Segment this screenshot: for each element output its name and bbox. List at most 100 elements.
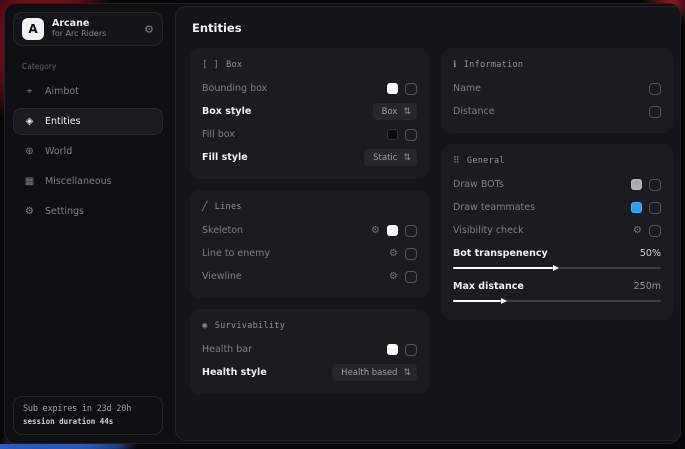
name-checkbox[interactable]: [649, 83, 661, 95]
category-label: Category: [22, 62, 163, 71]
brand-settings-icon[interactable]: ⚙: [144, 23, 154, 36]
card-title: Survivability: [215, 321, 285, 331]
visibility-check-label: Visibility check: [453, 225, 524, 236]
skeleton-label: Skeleton: [202, 225, 243, 236]
main-panel: Entities [ ] Box Bounding box: [175, 6, 681, 441]
box-style-label: Box style: [202, 106, 251, 117]
right-column: ℹ Information Name Distance: [441, 48, 673, 320]
sidebar-item-label: World: [45, 146, 72, 157]
card-header: ⠿ General: [453, 153, 661, 173]
card-general: ⠿ General Draw BOTs Draw teammates: [441, 144, 673, 320]
setting-row-box-style: Box style Box ⇅: [202, 100, 417, 123]
viewline-settings-gear-icon[interactable]: ⚙: [389, 271, 398, 282]
card-title: Box: [226, 60, 242, 70]
line-to-enemy-checkbox[interactable]: [405, 248, 417, 260]
setting-row-bot-transparency: Bot transpenency 50%: [453, 244, 661, 263]
setting-row-distance: Distance: [453, 100, 661, 123]
chevron-updown-icon: ⇅: [403, 107, 411, 117]
visibility-check-checkbox[interactable]: [649, 225, 661, 237]
draw-bots-checkbox[interactable]: [649, 179, 661, 191]
entities-icon: ◈: [23, 116, 36, 127]
survivability-icon: ◉: [202, 321, 208, 331]
skeleton-settings-gear-icon[interactable]: ⚙: [371, 225, 380, 236]
skeleton-color-swatch[interactable]: [387, 225, 398, 236]
line-icon: ╱: [202, 202, 208, 212]
sidebar-item-miscellaneous[interactable]: ▦ Miscellaneous: [13, 168, 163, 195]
sidebar-item-aimbot[interactable]: ⌖ Aimbot: [13, 78, 163, 105]
info-icon: ℹ: [453, 60, 457, 70]
health-bar-color-swatch[interactable]: [387, 344, 398, 355]
brand-card[interactable]: A Arcane for Arc Riders ⚙: [13, 12, 163, 46]
box-style-value: Box: [382, 107, 398, 117]
card-title: Lines: [215, 202, 242, 212]
sidebar-item-settings[interactable]: ⚙ Settings: [13, 198, 163, 225]
max-distance-value: 250m: [634, 281, 661, 292]
session-duration-text: session duration 44s: [23, 417, 153, 426]
setting-row-line-to-enemy: Line to enemy ⚙: [202, 242, 417, 265]
sidebar-item-label: Entities: [45, 116, 81, 127]
dots-grid-icon: ⠿: [453, 156, 460, 166]
draw-teammates-label: Draw teammates: [453, 202, 535, 213]
app-logo: A: [22, 18, 44, 40]
bot-transparency-slider-fill[interactable]: [453, 267, 553, 269]
draw-bots-color-swatch[interactable]: [631, 179, 642, 190]
card-survivability: ◉ Survivability Health bar Health style: [190, 309, 429, 394]
visibility-check-settings-gear-icon[interactable]: ⚙: [633, 225, 642, 236]
sidebar-item-entities[interactable]: ◈ Entities: [13, 108, 163, 135]
sidebar-item-world[interactable]: ⊕ World: [13, 138, 163, 165]
health-style-select[interactable]: Health based ⇅: [332, 364, 417, 381]
setting-row-skeleton: Skeleton ⚙: [202, 219, 417, 242]
desktop-background: A Arcane for Arc Riders ⚙ Category ⌖ Aim…: [0, 0, 685, 449]
setting-row-health-style: Health style Health based ⇅: [202, 361, 417, 384]
sidebar: A Arcane for Arc Riders ⚙ Category ⌖ Aim…: [5, 4, 171, 443]
bounding-box-label: Bounding box: [202, 83, 267, 94]
fill-box-color-swatch[interactable]: [387, 129, 398, 140]
page-title: Entities: [192, 21, 673, 35]
card-lines: ╱ Lines Skeleton ⚙ Line to: [190, 190, 429, 298]
draw-teammates-color-swatch[interactable]: [631, 202, 642, 213]
left-column: [ ] Box Bounding box Box style: [190, 48, 429, 394]
fill-style-select[interactable]: Static ⇅: [364, 149, 417, 166]
fill-box-checkbox[interactable]: [405, 129, 417, 141]
subscription-info-box: Sub expires in 23d 20h session duration …: [13, 396, 163, 435]
setting-row-draw-bots: Draw BOTs: [453, 173, 661, 196]
distance-checkbox[interactable]: [649, 106, 661, 118]
card-columns: [ ] Box Bounding box Box style: [190, 48, 673, 394]
box-style-select[interactable]: Box ⇅: [373, 103, 417, 120]
setting-row-max-distance: Max distance 250m: [453, 277, 661, 296]
health-bar-checkbox[interactable]: [405, 344, 417, 356]
grid-icon: ▦: [23, 176, 36, 187]
logo-letter: A: [28, 22, 37, 36]
card-header: ╱ Lines: [202, 199, 417, 219]
bounding-box-checkbox[interactable]: [405, 83, 417, 95]
draw-bots-label: Draw BOTs: [453, 179, 504, 190]
bot-transparency-slider[interactable]: [453, 267, 661, 269]
sidebar-item-label: Aimbot: [45, 86, 79, 97]
brand-subtitle: for Arc Riders: [52, 30, 106, 39]
max-distance-slider[interactable]: [453, 300, 661, 302]
card-header: ℹ Information: [453, 57, 661, 77]
sidebar-item-label: Settings: [45, 206, 84, 217]
setting-row-visibility-check: Visibility check ⚙: [453, 219, 661, 242]
line-to-enemy-settings-gear-icon[interactable]: ⚙: [389, 248, 398, 259]
sidebar-item-label: Miscellaneous: [45, 176, 112, 187]
gear-icon: ⚙: [23, 206, 36, 217]
card-header: [ ] Box: [202, 57, 417, 77]
brand-text: Arcane for Arc Riders: [52, 19, 106, 39]
draw-teammates-checkbox[interactable]: [649, 202, 661, 214]
max-distance-slider-fill[interactable]: [453, 300, 501, 302]
fill-box-label: Fill box: [202, 129, 235, 140]
skeleton-checkbox[interactable]: [405, 225, 417, 237]
app-window: A Arcane for Arc Riders ⚙ Category ⌖ Aim…: [4, 3, 681, 444]
name-label: Name: [453, 83, 481, 94]
chevron-updown-icon: ⇅: [403, 368, 411, 378]
bounding-box-color-swatch[interactable]: [387, 83, 398, 94]
setting-row-fill-style: Fill style Static ⇅: [202, 146, 417, 169]
fill-style-label: Fill style: [202, 152, 248, 163]
viewline-checkbox[interactable]: [405, 271, 417, 283]
setting-row-fill-box: Fill box: [202, 123, 417, 146]
bot-transparency-value: 50%: [640, 248, 661, 259]
setting-row-draw-teammates: Draw teammates: [453, 196, 661, 219]
box-icon: [ ]: [202, 60, 219, 70]
fill-style-value: Static: [373, 153, 397, 163]
